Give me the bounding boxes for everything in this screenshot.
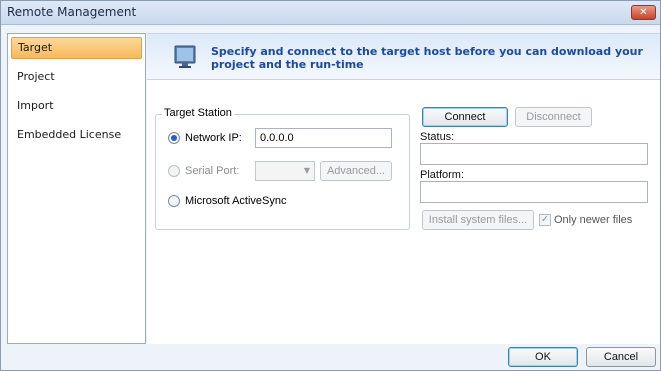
activesync-radio[interactable] bbox=[168, 195, 180, 207]
cancel-button[interactable]: Cancel bbox=[586, 347, 656, 367]
banner-text: Specify and connect to the target host b… bbox=[211, 45, 643, 71]
window-title: Remote Management bbox=[7, 5, 137, 19]
monitor-icon bbox=[174, 45, 196, 68]
info-banner: Specify and connect to the target host b… bbox=[147, 34, 660, 80]
platform-field bbox=[420, 181, 648, 203]
serial-port-select[interactable]: ▼ bbox=[255, 161, 315, 181]
status-field bbox=[420, 143, 648, 165]
close-icon: ✕ bbox=[639, 7, 648, 18]
network-ip-radio[interactable] bbox=[168, 132, 180, 144]
platform-label: Platform: bbox=[420, 169, 465, 181]
close-button[interactable]: ✕ bbox=[631, 5, 656, 20]
serial-port-radio[interactable] bbox=[168, 165, 180, 177]
only-newer-files-checkbox[interactable]: ✓ bbox=[539, 214, 551, 226]
target-station-group: Target Station Network IP: 0.0.0.0 Seria… bbox=[155, 107, 410, 230]
serial-port-label: Serial Port: bbox=[185, 165, 240, 177]
title-bar[interactable]: Remote Management ✕ bbox=[1, 1, 660, 25]
target-station-label: Target Station bbox=[162, 107, 234, 119]
sidebar-item-embedded-license[interactable]: Embedded License bbox=[11, 124, 142, 146]
disconnect-button[interactable]: Disconnect bbox=[515, 107, 592, 127]
serial-port-radio-row[interactable]: Serial Port: bbox=[168, 163, 239, 179]
dialog-footer: OK Cancel bbox=[1, 344, 660, 370]
status-label: Status: bbox=[420, 131, 455, 143]
remote-management-window: Remote Management ✕ Target Project Impor… bbox=[0, 0, 661, 371]
sidebar-item-target[interactable]: Target bbox=[11, 37, 142, 59]
only-newer-files-checkbox-row[interactable]: ✓ Only newer files bbox=[539, 214, 632, 226]
chevron-down-icon: ▼ bbox=[303, 166, 310, 175]
install-system-files-button[interactable]: Install system files... bbox=[422, 210, 534, 230]
activesync-radio-row[interactable]: Microsoft ActiveSync bbox=[168, 193, 286, 209]
advanced-button[interactable]: Advanced... bbox=[320, 161, 392, 181]
ok-button[interactable]: OK bbox=[508, 347, 578, 367]
sidebar-item-import[interactable]: Import bbox=[11, 95, 142, 117]
network-ip-input[interactable]: 0.0.0.0 bbox=[255, 128, 392, 148]
connect-button[interactable]: Connect bbox=[422, 107, 508, 127]
sidebar-item-project[interactable]: Project bbox=[11, 66, 142, 88]
network-ip-radio-row[interactable]: Network IP: bbox=[168, 130, 242, 146]
network-ip-label: Network IP: bbox=[185, 132, 242, 144]
content-panel: Specify and connect to the target host b… bbox=[147, 33, 660, 344]
activesync-label: Microsoft ActiveSync bbox=[185, 195, 287, 207]
only-newer-files-label: Only newer files bbox=[554, 214, 633, 226]
sidebar: Target Project Import Embedded License bbox=[7, 33, 146, 344]
